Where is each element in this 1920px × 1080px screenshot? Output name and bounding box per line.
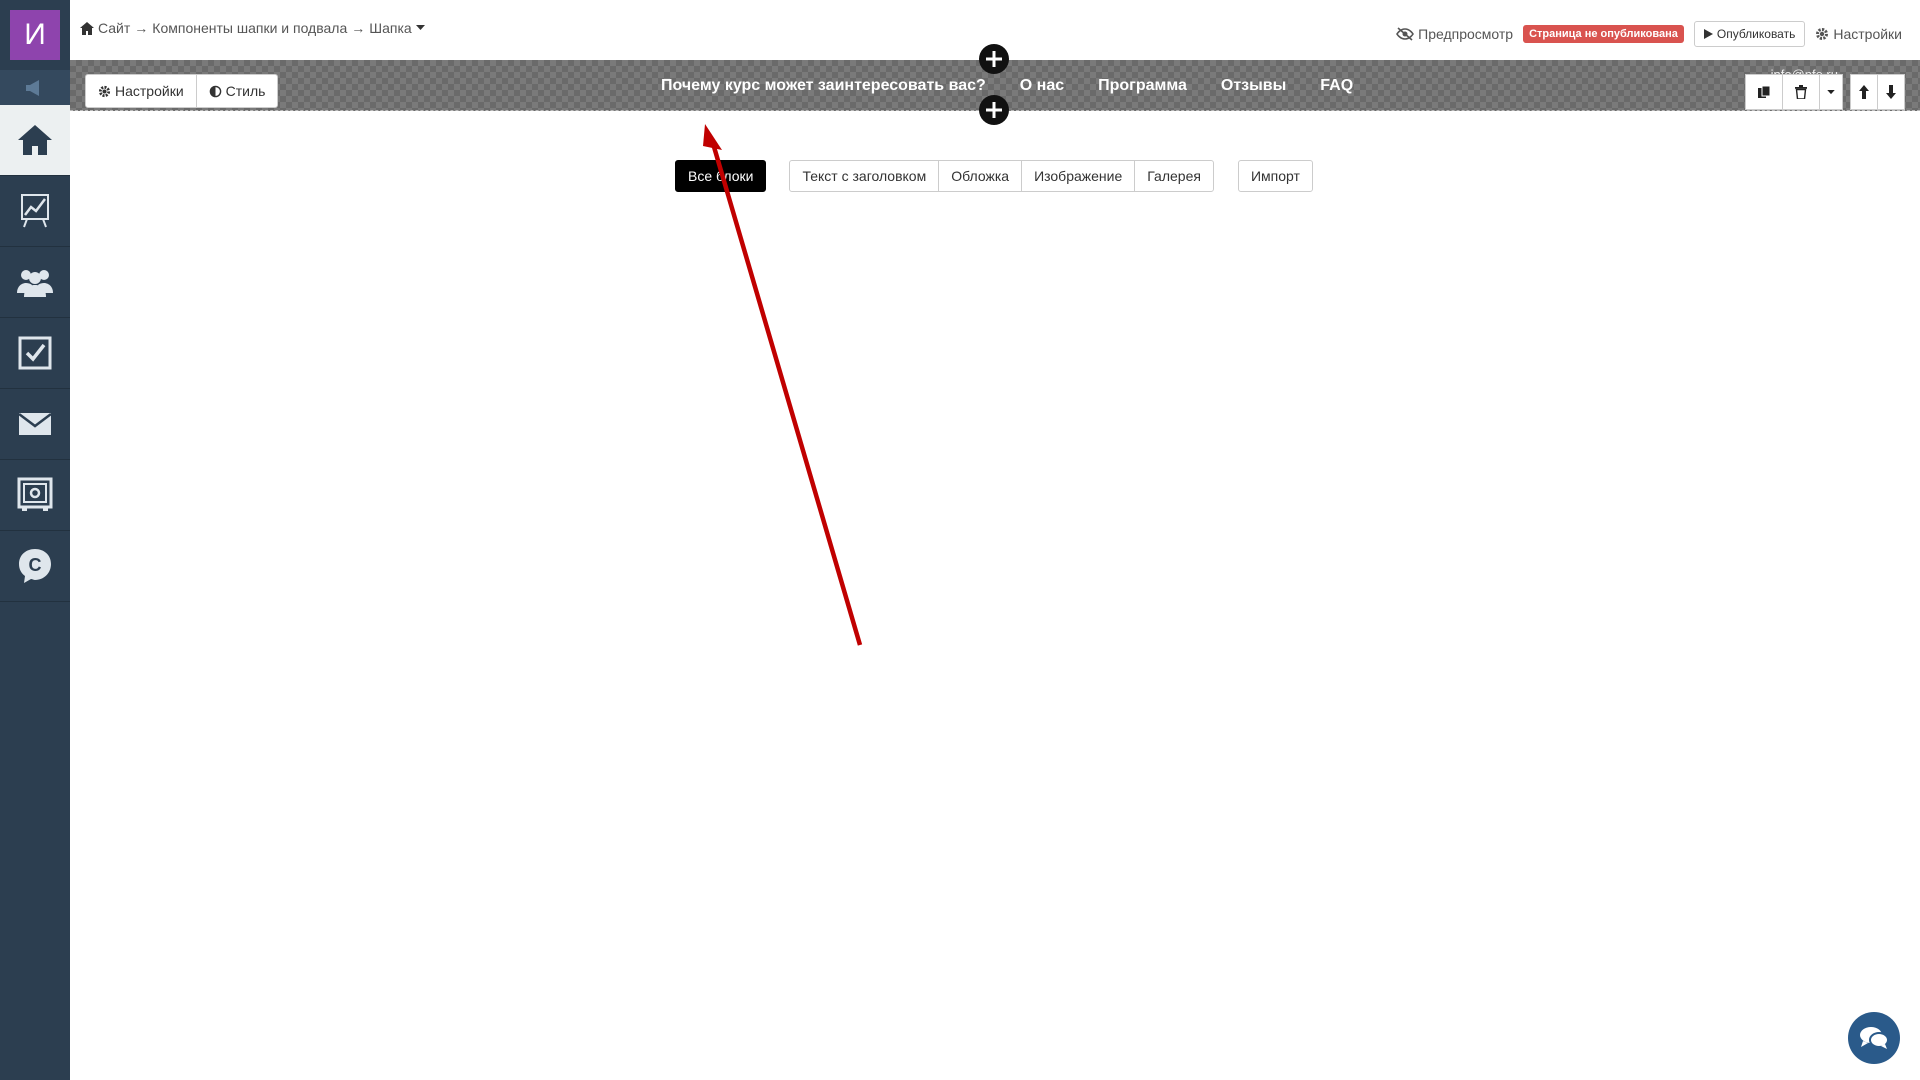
- filter-text-heading[interactable]: Текст с заголовком: [789, 160, 940, 192]
- users-icon: [17, 270, 53, 297]
- block-style-button[interactable]: Стиль: [196, 74, 279, 108]
- chart-icon: [21, 194, 49, 228]
- svg-text:C: C: [29, 555, 42, 575]
- publish-button[interactable]: Опубликовать: [1693, 21, 1806, 47]
- nav-item[interactable]: Программа: [1098, 77, 1187, 95]
- move-down-button[interactable]: [1877, 74, 1905, 110]
- move-up-button[interactable]: [1850, 74, 1878, 110]
- home-icon: [18, 125, 52, 155]
- filter-all-blocks[interactable]: Все блоки: [675, 160, 767, 192]
- plus-icon: [986, 51, 1002, 67]
- mail-icon: [18, 413, 52, 435]
- safe-icon: [17, 477, 53, 511]
- add-block-below-button[interactable]: [979, 95, 1009, 125]
- filter-image[interactable]: Изображение: [1021, 160, 1136, 192]
- breadcrumb-item-site[interactable]: Сайт: [98, 20, 130, 36]
- publish-label: Опубликовать: [1716, 27, 1796, 41]
- arrow-down-icon: [1886, 85, 1896, 99]
- plus-icon: [986, 102, 1002, 118]
- filter-group: Текст с заголовком Обложка Изображение Г…: [789, 160, 1214, 192]
- sidebar-item-stats[interactable]: [0, 176, 70, 247]
- block-settings-button[interactable]: Настройки: [85, 74, 197, 108]
- settings-label: Настройки: [1833, 26, 1902, 42]
- nav-item[interactable]: FAQ: [1320, 77, 1353, 95]
- sidebar-item-home[interactable]: [0, 105, 70, 176]
- add-block-above-button[interactable]: [979, 44, 1009, 74]
- preview-link[interactable]: Предпросмотр: [1396, 26, 1513, 42]
- chat-widget-button[interactable]: [1848, 1012, 1900, 1064]
- eye-slash-icon: [1396, 27, 1415, 41]
- block-settings-label: Настройки: [115, 83, 184, 99]
- play-icon: [1703, 29, 1713, 39]
- import-button[interactable]: Импорт: [1237, 160, 1313, 192]
- caret-down-icon[interactable]: [415, 25, 425, 31]
- caret-down-icon: [1827, 89, 1835, 94]
- block-controls: Настройки Стиль: [85, 74, 279, 108]
- app-logo[interactable]: И: [10, 10, 60, 60]
- breadcrumb-separator: →: [351, 20, 366, 36]
- filter-cover[interactable]: Обложка: [938, 160, 1023, 192]
- tasks-icon: [18, 336, 52, 370]
- more-options-dropdown[interactable]: [1819, 74, 1843, 110]
- gear-icon: [1816, 28, 1829, 40]
- sidebar-item-chat[interactable]: C: [0, 531, 70, 602]
- breadcrumb-separator: →: [134, 20, 149, 36]
- contrast-icon: [209, 85, 221, 97]
- top-right-toolbar: Предпросмотр Страница не опубликована Оп…: [1396, 21, 1902, 47]
- sidebar-item-safe[interactable]: [0, 460, 70, 531]
- logo-letter: И: [24, 18, 46, 51]
- delete-block-button[interactable]: [1782, 74, 1820, 110]
- filter-gallery[interactable]: Галерея: [1134, 160, 1214, 192]
- chat-c-icon: C: [19, 549, 51, 583]
- nav-item[interactable]: Отзывы: [1221, 77, 1286, 95]
- breadcrumb: Сайт → Компоненты шапки и подвала → Шапк…: [80, 20, 425, 36]
- nav-item[interactable]: О нас: [1020, 77, 1064, 95]
- breadcrumb-item-header[interactable]: Шапка: [369, 20, 411, 36]
- block-tools: [1745, 74, 1905, 110]
- left-sidebar: И C: [0, 0, 70, 1080]
- block-filter: Все блоки Текст с заголовком Обложка Изо…: [675, 160, 1313, 192]
- sidebar-item-tasks[interactable]: [0, 318, 70, 389]
- status-badge: Страница не опубликована: [1523, 25, 1684, 43]
- copy-icon: [1758, 85, 1771, 98]
- settings-link[interactable]: Настройки: [1815, 26, 1902, 42]
- sidebar-item-users[interactable]: [0, 247, 70, 318]
- preview-label: Предпросмотр: [1418, 26, 1514, 42]
- sidebar-item-mail[interactable]: [0, 389, 70, 460]
- block-style-label: Стиль: [225, 83, 266, 99]
- gear-icon: [98, 85, 111, 97]
- nav-item[interactable]: Почему курс может заинтересовать вас?: [661, 77, 986, 95]
- trash-icon: [1795, 85, 1807, 99]
- chat-bubbles-icon: [1860, 1027, 1889, 1049]
- arrow-up-icon: [1859, 85, 1869, 99]
- copy-block-button[interactable]: [1745, 74, 1783, 110]
- header-nav: Почему курс может заинтересовать вас? О …: [661, 77, 1353, 95]
- home-icon[interactable]: [80, 21, 94, 35]
- breadcrumb-item-components[interactable]: Компоненты шапки и подвала: [152, 20, 347, 36]
- megaphone-icon[interactable]: [0, 70, 70, 105]
